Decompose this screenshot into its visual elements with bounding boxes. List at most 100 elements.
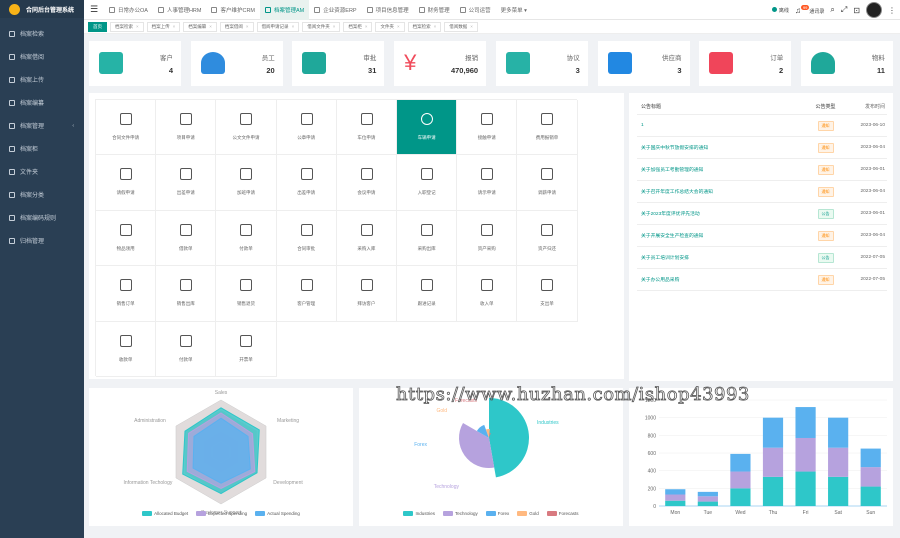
tab-item[interactable]: 文件夹 × xyxy=(375,21,405,32)
module-tab[interactable]: 企业资源ERP xyxy=(309,0,361,20)
sidebar-item[interactable]: 档案管理 ‹ xyxy=(0,114,84,137)
app-shortcut[interactable]: 开票单 xyxy=(216,321,277,377)
notice-row[interactable]: 关于开展安全生产检查的通知 通知 2023-06-04 xyxy=(637,225,887,247)
notice-title[interactable]: 1 xyxy=(637,123,809,128)
close-icon[interactable]: × xyxy=(397,22,400,31)
legend-item[interactable]: Technology xyxy=(442,511,478,516)
notice-row[interactable]: 1 通知 2023-06-10 xyxy=(637,115,887,137)
close-icon[interactable]: × xyxy=(434,22,437,31)
close-icon[interactable]: × xyxy=(209,22,212,31)
avatar[interactable] xyxy=(866,2,882,18)
notice-title[interactable]: 关于办公用品采购 xyxy=(637,276,809,283)
bar[interactable] xyxy=(762,476,784,506)
search-icon[interactable]: ⌕ xyxy=(830,5,834,15)
bar[interactable] xyxy=(762,447,784,477)
legend-item[interactable]: Industries xyxy=(403,511,435,516)
stat-card[interactable]: 供应商 3 xyxy=(597,41,690,86)
app-shortcut[interactable]: 车辆申请 xyxy=(397,100,458,156)
notice-row[interactable]: 关于2023年度评优评先活动 公告 2023-06-01 xyxy=(637,203,887,225)
app-shortcut[interactable]: 车位申请 xyxy=(336,100,397,156)
tab-item[interactable]: 档案柜 × xyxy=(343,21,373,32)
chevron-down-icon[interactable]: ⋮ xyxy=(888,6,896,15)
app-shortcut[interactable]: 收入单 xyxy=(457,266,518,322)
notify[interactable]: ♫ 99通讯录 xyxy=(795,4,824,15)
sidebar-item[interactable]: 文件夹 xyxy=(0,160,84,183)
stat-card[interactable]: 协议 3 xyxy=(495,41,588,86)
app-shortcut[interactable]: 跟进记录 xyxy=(397,266,458,322)
app-shortcut[interactable]: 公文文件申请 xyxy=(216,100,277,156)
app-shortcut[interactable]: 支出单 xyxy=(517,266,578,322)
module-tab[interactable]: 客户维护CRM xyxy=(206,0,260,20)
tab-item[interactable]: 档案上传 × xyxy=(146,21,181,32)
app-shortcut[interactable]: 公章申请 xyxy=(276,100,337,156)
sidebar-item[interactable]: 档案柜 xyxy=(0,137,84,160)
notice-title[interactable]: 关于2023年度评优评先活动 xyxy=(637,210,809,217)
app-shortcut[interactable]: 销售出库 xyxy=(156,266,217,322)
bar[interactable] xyxy=(860,467,881,487)
module-tab[interactable]: 日常办公OA xyxy=(104,0,153,20)
app-shortcut[interactable]: 出差申请 xyxy=(276,155,337,211)
module-tab[interactable]: 档案管理AM xyxy=(260,0,310,20)
bar[interactable] xyxy=(697,491,718,497)
close-icon[interactable]: × xyxy=(292,22,295,31)
notice-row[interactable]: 关于加强员工考勤管理的通知 通知 2023-06-01 xyxy=(637,159,887,181)
close-icon[interactable]: × xyxy=(173,22,176,31)
legend-item[interactable]: Gold xyxy=(517,511,539,516)
bar[interactable] xyxy=(697,501,718,506)
app-shortcut[interactable]: 付款单 xyxy=(216,210,277,267)
app-shortcut[interactable]: 会议申请 xyxy=(336,155,397,211)
close-icon[interactable]: × xyxy=(470,22,473,31)
bar[interactable] xyxy=(828,476,849,506)
module-tab[interactable]: 财务管理 xyxy=(414,0,455,20)
app-shortcut[interactable]: 入职登记 xyxy=(397,155,458,211)
close-icon[interactable]: × xyxy=(246,22,249,31)
notice-title[interactable]: 关于开展安全生产检查的通知 xyxy=(637,232,809,239)
app-shortcut[interactable]: 销售订单 xyxy=(96,266,157,322)
close-icon[interactable]: × xyxy=(333,22,336,31)
app-shortcut[interactable]: 物品领用 xyxy=(96,210,157,267)
lock-icon[interactable]: ⊡ xyxy=(853,6,860,15)
stat-card[interactable]: 员工 20 xyxy=(190,41,283,86)
app-shortcut[interactable]: 采购出库 xyxy=(397,210,458,267)
notice-title[interactable]: 关于召开年度工作总结大会的通知 xyxy=(637,188,809,195)
tab-item[interactable]: 借阅文件夹 × xyxy=(302,21,341,32)
stat-card[interactable]: ¥ 报销 470,960 xyxy=(394,41,487,86)
app-shortcut[interactable]: 出差申请 xyxy=(156,155,217,211)
sidebar-item[interactable]: 档案上传 xyxy=(0,68,84,91)
tab-item[interactable]: 档案借阅 × xyxy=(219,21,254,32)
fullscreen-icon[interactable]: ⤢ xyxy=(841,5,847,15)
notice-row[interactable]: 关于国庆中秋节放假安排的通知 通知 2023-06-04 xyxy=(637,137,887,159)
tab-item[interactable]: 借阅申请记录 × xyxy=(256,21,300,32)
bar[interactable] xyxy=(795,471,816,506)
bar[interactable] xyxy=(730,471,751,489)
legend-item[interactable]: Forecasts xyxy=(546,511,579,516)
app-shortcut[interactable]: 合同审批 xyxy=(276,210,337,267)
notice-row[interactable]: 关于办公用品采购 通知 2022-07-05 xyxy=(637,269,887,291)
bar[interactable] xyxy=(828,447,849,477)
app-shortcut[interactable]: 销售退货 xyxy=(216,266,277,322)
app-shortcut[interactable]: 拜访客户 xyxy=(336,266,397,322)
sidebar-item[interactable]: 档案编码规则 xyxy=(0,206,84,229)
sidebar-item[interactable]: 档案编纂 xyxy=(0,91,84,114)
legend-item[interactable]: Actual Spending xyxy=(255,511,300,516)
rose-slice[interactable] xyxy=(489,398,529,478)
app-shortcut[interactable]: 资产归还 xyxy=(517,210,578,267)
close-icon[interactable]: × xyxy=(136,22,139,31)
app-shortcut[interactable]: 付款单 xyxy=(156,321,217,377)
legend-item[interactable]: Expected Spending xyxy=(196,511,247,516)
bar[interactable] xyxy=(665,489,686,495)
module-tab[interactable]: 项目信息管理 xyxy=(362,0,414,20)
sidebar-item[interactable]: 档案检索 xyxy=(0,22,84,45)
module-tab[interactable]: 人事管理HRM xyxy=(153,0,207,20)
stat-card[interactable]: 客户 4 xyxy=(89,41,181,86)
bar[interactable] xyxy=(665,494,686,501)
bar[interactable] xyxy=(828,417,849,448)
module-tab[interactable]: 公司运营 xyxy=(455,0,496,20)
bar[interactable] xyxy=(697,496,718,502)
legend-item[interactable]: Allocated Budget xyxy=(142,511,188,516)
app-shortcut[interactable]: 调薪申请 xyxy=(517,155,578,211)
bar[interactable] xyxy=(860,486,881,506)
close-icon[interactable]: × xyxy=(365,22,368,31)
app-shortcut[interactable]: 项目申请 xyxy=(156,100,217,156)
sidebar-item[interactable]: 档案分类 xyxy=(0,183,84,206)
